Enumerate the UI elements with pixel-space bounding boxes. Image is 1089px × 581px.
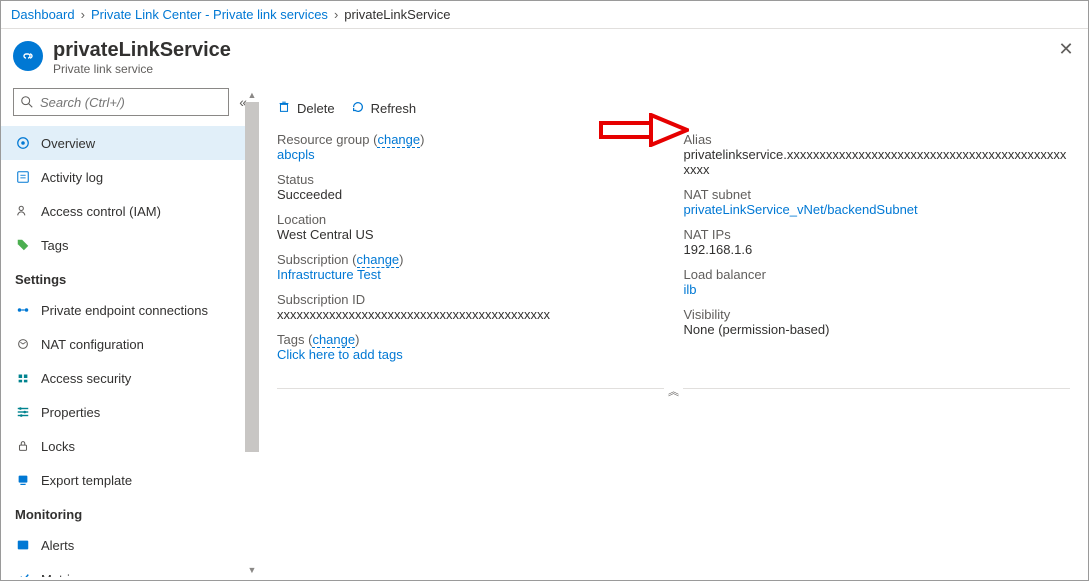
nav-alerts[interactable]: Alerts	[1, 528, 258, 562]
nav-label: Metrics	[41, 572, 83, 578]
refresh-button[interactable]: Refresh	[351, 100, 417, 117]
scroll-thumb[interactable]	[245, 102, 259, 452]
delete-label: Delete	[297, 101, 335, 116]
nav-label: Access security	[41, 371, 131, 386]
nav-metrics[interactable]: Metrics	[1, 562, 258, 577]
nat-subnet-label: NAT subnet	[684, 187, 1071, 202]
section-monitoring: Monitoring	[1, 497, 258, 528]
overview-icon	[15, 135, 31, 151]
essentials-left: Resource group (change) abcpls Status Su…	[277, 132, 664, 372]
search-input[interactable]	[40, 95, 222, 110]
nat-icon	[15, 336, 31, 352]
nav-nat-configuration[interactable]: NAT configuration	[1, 327, 258, 361]
metrics-icon	[15, 571, 31, 577]
nat-ips-value: 192.168.1.6	[684, 242, 1071, 257]
nat-subnet-value[interactable]: privateLinkService_vNet/backendSubnet	[684, 202, 1071, 217]
scrollbar[interactable]: ▲ ▼	[245, 88, 259, 577]
location-value: West Central US	[277, 227, 664, 242]
delete-button[interactable]: Delete	[277, 100, 335, 117]
nav-tags[interactable]: Tags	[1, 228, 258, 262]
nav-access-control[interactable]: Access control (IAM)	[1, 194, 258, 228]
command-bar: Delete Refresh	[259, 88, 1088, 128]
nav-label: Properties	[41, 405, 100, 420]
nav-export-template[interactable]: Export template	[1, 463, 258, 497]
scroll-up-icon[interactable]: ▲	[245, 88, 259, 102]
properties-icon	[15, 404, 31, 420]
alias-value: privatelinkservice.xxxxxxxxxxxxxxxxxxxxx…	[684, 147, 1071, 177]
resource-group-value[interactable]: abcpls	[277, 147, 664, 162]
nav-activity-log[interactable]: Activity log	[1, 160, 258, 194]
tags-value[interactable]: Click here to add tags	[277, 347, 664, 362]
load-balancer-label: Load balancer	[684, 267, 1071, 282]
close-button[interactable]: ✕	[1056, 39, 1076, 59]
change-resource-group-link[interactable]: change	[377, 132, 420, 148]
resource-group-label: Resource group	[277, 132, 370, 147]
crumb-current: privateLinkService	[344, 7, 450, 22]
nav-locks[interactable]: Locks	[1, 429, 258, 463]
chevron-up-icon: ︽	[664, 383, 683, 399]
access-control-icon	[15, 203, 31, 219]
endpoint-icon	[15, 302, 31, 318]
location-label: Location	[277, 212, 664, 227]
essentials-collapse[interactable]: ︽	[277, 388, 1070, 405]
visibility-value: None (permission-based)	[684, 322, 1071, 337]
blade-header: privateLinkService Private link service …	[1, 29, 1088, 88]
essentials-right: Alias privatelinkservice.xxxxxxxxxxxxxxx…	[684, 132, 1071, 372]
content-pane: Delete Refresh Resource group (change) a…	[259, 88, 1088, 577]
crumb-dashboard[interactable]: Dashboard	[11, 7, 75, 22]
nav-label: Private endpoint connections	[41, 303, 208, 318]
refresh-label: Refresh	[371, 101, 417, 116]
subscription-id-value: xxxxxxxxxxxxxxxxxxxxxxxxxxxxxxxxxxxxxxxx…	[277, 307, 664, 322]
essentials-panel: Resource group (change) abcpls Status Su…	[259, 128, 1088, 382]
nav-list: Overview Activity log Access control (IA…	[1, 126, 259, 577]
nav-label: Export template	[41, 473, 132, 488]
alias-label: Alias	[684, 132, 1071, 147]
subscription-id-label: Subscription ID	[277, 292, 664, 307]
load-balancer-value[interactable]: ilb	[684, 282, 1071, 297]
nav-label: Activity log	[41, 170, 103, 185]
status-value: Succeeded	[277, 187, 664, 202]
nat-ips-label: NAT IPs	[684, 227, 1071, 242]
nav-label: Access control (IAM)	[41, 204, 161, 219]
nav-properties[interactable]: Properties	[1, 395, 258, 429]
search-input-wrapper[interactable]	[13, 88, 229, 116]
delete-icon	[277, 100, 291, 117]
nav-access-security[interactable]: Access security	[1, 361, 258, 395]
chevron-right-icon: ›	[81, 7, 85, 22]
nav-label: Locks	[41, 439, 75, 454]
nav-private-endpoint-connections[interactable]: Private endpoint connections	[1, 293, 258, 327]
alerts-icon	[15, 537, 31, 553]
status-label: Status	[277, 172, 664, 187]
change-subscription-link[interactable]: change	[357, 252, 400, 268]
nav-label: NAT configuration	[41, 337, 144, 352]
crumb-private-link-center[interactable]: Private Link Center - Private link servi…	[91, 7, 328, 22]
chevron-right-icon: ›	[334, 7, 338, 22]
change-tags-link[interactable]: change	[312, 332, 355, 348]
sidebar: « Overview Activity log Access control (…	[1, 88, 259, 577]
activity-log-icon	[15, 169, 31, 185]
nav-label: Alerts	[41, 538, 74, 553]
search-icon	[20, 95, 34, 109]
scroll-down-icon[interactable]: ▼	[245, 563, 259, 577]
page-subtitle: Private link service	[53, 62, 231, 76]
nav-label: Tags	[41, 238, 68, 253]
nav-label: Overview	[41, 136, 95, 151]
subscription-label: Subscription	[277, 252, 349, 267]
section-settings: Settings	[1, 262, 258, 293]
lock-icon	[15, 438, 31, 454]
export-icon	[15, 472, 31, 488]
security-icon	[15, 370, 31, 386]
tags-icon	[15, 237, 31, 253]
tags-label: Tags	[277, 332, 304, 347]
refresh-icon	[351, 100, 365, 117]
breadcrumb: Dashboard › Private Link Center - Privat…	[1, 1, 1088, 29]
nav-overview[interactable]: Overview	[1, 126, 258, 160]
subscription-value[interactable]: Infrastructure Test	[277, 267, 664, 282]
visibility-label: Visibility	[684, 307, 1071, 322]
resource-icon	[13, 41, 43, 71]
page-title: privateLinkService	[53, 39, 231, 62]
